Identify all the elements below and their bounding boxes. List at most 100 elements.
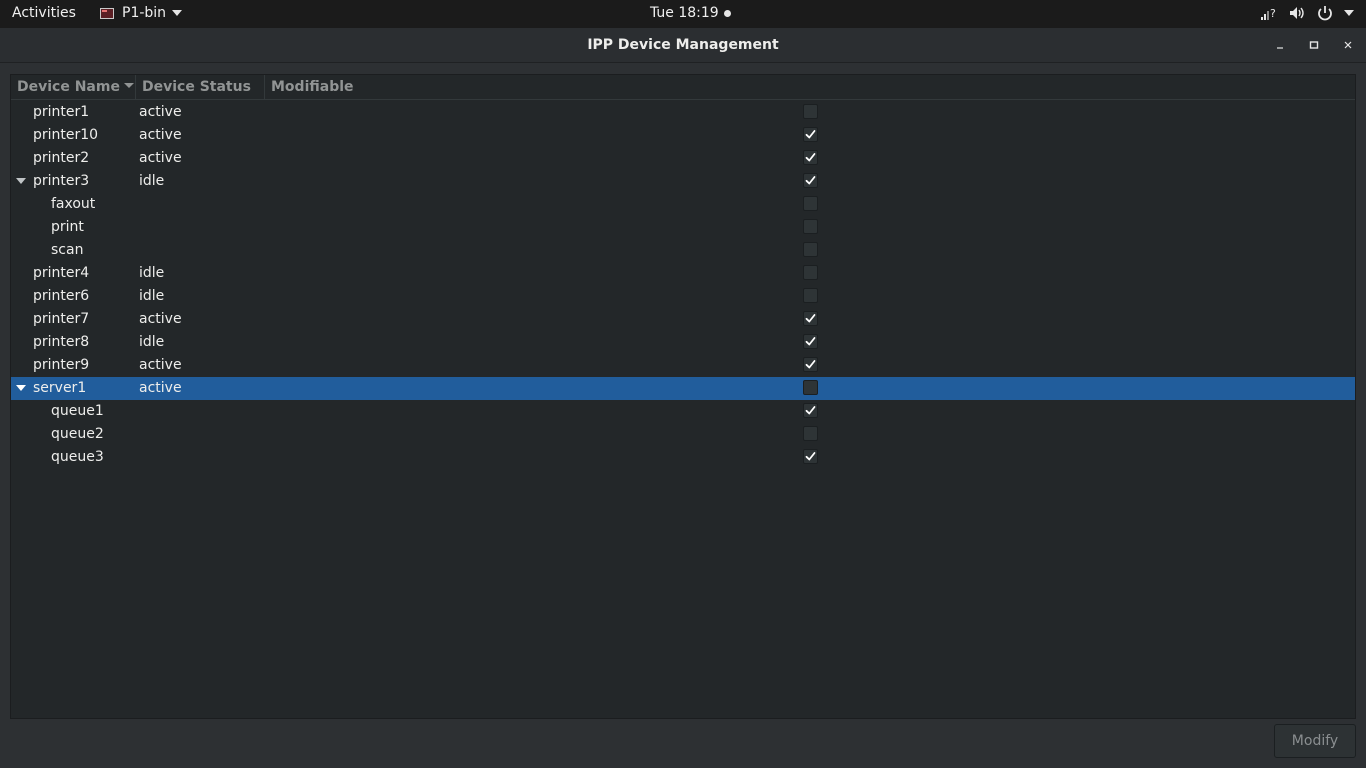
modifiable-checkbox[interactable]	[803, 426, 818, 441]
modifiable-checkbox[interactable]	[803, 334, 818, 349]
checkmark-icon	[805, 153, 816, 162]
tree-row[interactable]: print	[11, 216, 1355, 239]
device-status-cell: active	[139, 127, 182, 143]
expander-triangle-icon[interactable]	[16, 385, 26, 391]
device-name-cell: printer1	[33, 104, 90, 120]
device-status-cell: active	[139, 311, 182, 327]
power-icon[interactable]	[1316, 4, 1334, 22]
volume-icon[interactable]	[1288, 4, 1306, 22]
modify-button[interactable]: Modify	[1274, 724, 1356, 758]
checkmark-icon	[805, 176, 816, 185]
clock-label: Tue 18:19	[650, 5, 719, 21]
modifiable-checkbox[interactable]	[803, 403, 818, 418]
checkmark-icon	[805, 406, 816, 415]
modifiable-checkbox[interactable]	[803, 380, 818, 395]
device-tree-view[interactable]: Device Name Device Status Modifiable pri…	[10, 74, 1356, 719]
device-status-cell: idle	[139, 334, 165, 350]
checkmark-icon	[805, 314, 816, 323]
tree-header: Device Name Device Status Modifiable	[11, 75, 1355, 100]
device-name-cell: printer10	[33, 127, 99, 143]
column-header-device-name[interactable]: Device Name	[11, 75, 136, 100]
notification-dot-icon	[723, 9, 731, 17]
tree-row[interactable]: server1 active	[11, 377, 1355, 400]
device-name-cell: print	[51, 219, 84, 235]
tree-row[interactable]: printer9 active	[11, 354, 1355, 377]
minimize-button[interactable]	[1268, 34, 1292, 56]
app-menu-label: P1-bin	[122, 5, 167, 21]
tree-row[interactable]: printer7 active	[11, 308, 1355, 331]
column-header-label: Modifiable	[271, 79, 354, 95]
clock[interactable]: Tue 18:19	[650, 5, 731, 21]
checkmark-icon	[805, 130, 816, 139]
top-panel: Activities P1-bin Tue 18:19 ?	[0, 0, 1366, 28]
system-tray[interactable]: ?	[1260, 4, 1354, 22]
close-button[interactable]	[1336, 34, 1360, 56]
checkmark-icon	[805, 452, 816, 461]
device-status-cell: active	[139, 380, 182, 396]
network-question-icon[interactable]: ?	[1260, 4, 1278, 22]
modifiable-checkbox[interactable]	[803, 196, 818, 211]
tree-row[interactable]: queue2	[11, 423, 1355, 446]
tree-row[interactable]: faxout	[11, 193, 1355, 216]
modifiable-checkbox[interactable]	[803, 150, 818, 165]
device-name-cell: queue1	[51, 403, 104, 419]
device-name-cell: printer2	[33, 150, 90, 166]
device-name-cell: queue2	[51, 426, 104, 442]
tree-row[interactable]: printer6 idle	[11, 285, 1355, 308]
tree-row[interactable]: printer1 active	[11, 101, 1355, 124]
modifiable-checkbox[interactable]	[803, 219, 818, 234]
window-title: IPP Device Management	[587, 37, 779, 53]
device-name-cell: server1	[33, 380, 87, 396]
tree-row[interactable]: queue3	[11, 446, 1355, 469]
close-icon	[1344, 41, 1352, 49]
activities-button[interactable]: Activities	[12, 5, 76, 21]
column-header-device-status[interactable]: Device Status	[136, 75, 265, 100]
device-name-cell: printer4	[33, 265, 90, 281]
device-name-cell: queue3	[51, 449, 104, 465]
tree-body: printer1 active printer10 active printer2 act…	[11, 101, 1355, 469]
svg-text:?: ?	[1270, 7, 1276, 20]
device-status-cell: idle	[139, 173, 165, 189]
device-name-cell: faxout	[51, 196, 96, 212]
column-header-label: Device Name	[17, 79, 120, 95]
device-name-cell: printer8	[33, 334, 90, 350]
device-name-cell: printer9	[33, 357, 90, 373]
app-menu[interactable]: P1-bin	[100, 5, 183, 21]
device-status-cell: active	[139, 357, 182, 373]
tree-row[interactable]: printer2 active	[11, 147, 1355, 170]
modifiable-checkbox[interactable]	[803, 288, 818, 303]
device-status-cell: idle	[139, 288, 165, 304]
device-status-cell: active	[139, 150, 182, 166]
modifiable-checkbox[interactable]	[803, 104, 818, 119]
device-name-cell: printer3	[33, 173, 90, 189]
tree-row[interactable]: queue1	[11, 400, 1355, 423]
minimize-icon	[1277, 47, 1283, 49]
column-header-modifiable[interactable]: Modifiable	[265, 75, 465, 100]
checkmark-icon	[805, 360, 816, 369]
device-name-cell: scan	[51, 242, 84, 258]
tree-row[interactable]: printer8 idle	[11, 331, 1355, 354]
app-icon	[100, 7, 114, 19]
tree-row[interactable]: printer10 active	[11, 124, 1355, 147]
tree-row[interactable]: printer4 idle	[11, 262, 1355, 285]
modifiable-checkbox[interactable]	[803, 173, 818, 188]
tree-row[interactable]: printer3 idle	[11, 170, 1355, 193]
modifiable-checkbox[interactable]	[803, 242, 818, 257]
modifiable-checkbox[interactable]	[803, 127, 818, 142]
expander-triangle-icon[interactable]	[16, 178, 26, 184]
maximize-icon	[1309, 41, 1319, 49]
modifiable-checkbox[interactable]	[803, 265, 818, 280]
sort-descending-icon	[123, 82, 134, 88]
modifiable-checkbox[interactable]	[803, 311, 818, 326]
device-status-cell: idle	[139, 265, 165, 281]
checkmark-icon	[805, 337, 816, 346]
window-header: IPP Device Management	[0, 28, 1366, 63]
maximize-button[interactable]	[1302, 34, 1326, 56]
device-name-cell: printer6	[33, 288, 90, 304]
modifiable-checkbox[interactable]	[803, 449, 818, 464]
device-status-cell: active	[139, 104, 182, 120]
modifiable-checkbox[interactable]	[803, 357, 818, 372]
chevron-down-icon[interactable]	[1344, 10, 1354, 16]
device-name-cell: printer7	[33, 311, 90, 327]
tree-row[interactable]: scan	[11, 239, 1355, 262]
